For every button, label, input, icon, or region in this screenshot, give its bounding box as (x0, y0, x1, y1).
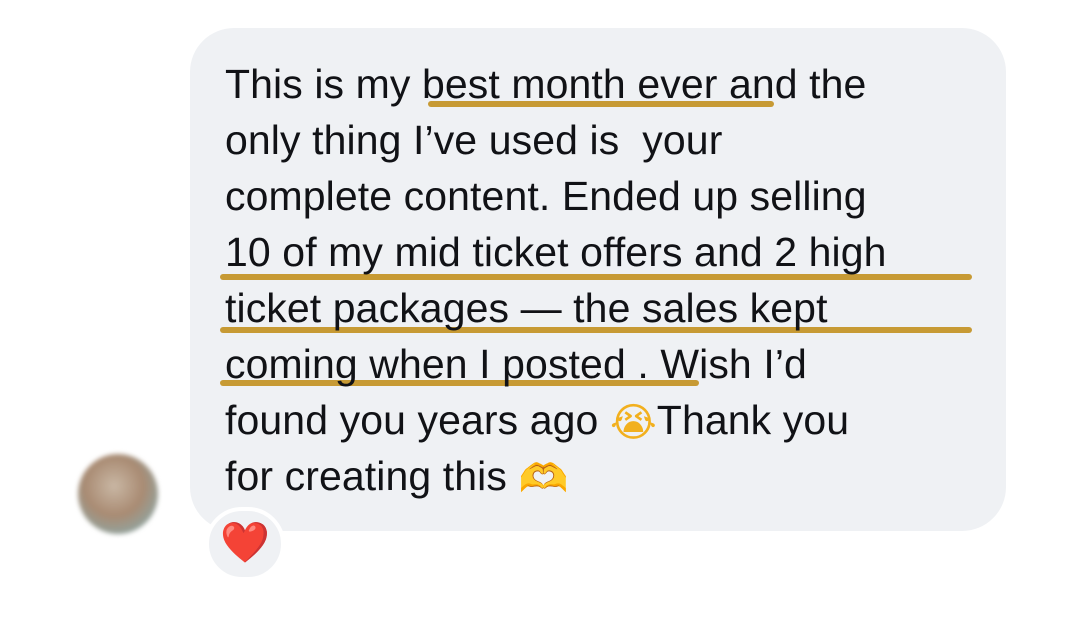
message-line: for creating this (225, 453, 507, 499)
message-text: This is my best month ever and the only … (0, 0, 1080, 621)
message-line-with-emoji: for creating this 🫶 (225, 448, 568, 504)
heart-hands-icon: 🫶 (518, 456, 569, 502)
message-line: Thank you (656, 397, 850, 443)
message-line: complete content. Ended up selling (225, 173, 867, 219)
message-line: coming when I posted . Wish I’d (225, 341, 807, 387)
reaction-badge[interactable]: ❤️ (205, 507, 285, 581)
message-line: 10 of my mid ticket offers and 2 high (225, 229, 887, 275)
loudly-crying-face-icon: 😭 (609, 400, 657, 446)
message-line: This is my best month ever and the (225, 61, 867, 107)
message-line: ticket packages — the sales kept (225, 285, 828, 331)
red-heart-icon: ❤️ (220, 520, 270, 566)
message-line: found you years ago (225, 397, 599, 443)
message-line-with-emoji: found you years ago 😭Thank you (225, 392, 849, 448)
message-line: only thing I’ve used is your (225, 117, 723, 163)
